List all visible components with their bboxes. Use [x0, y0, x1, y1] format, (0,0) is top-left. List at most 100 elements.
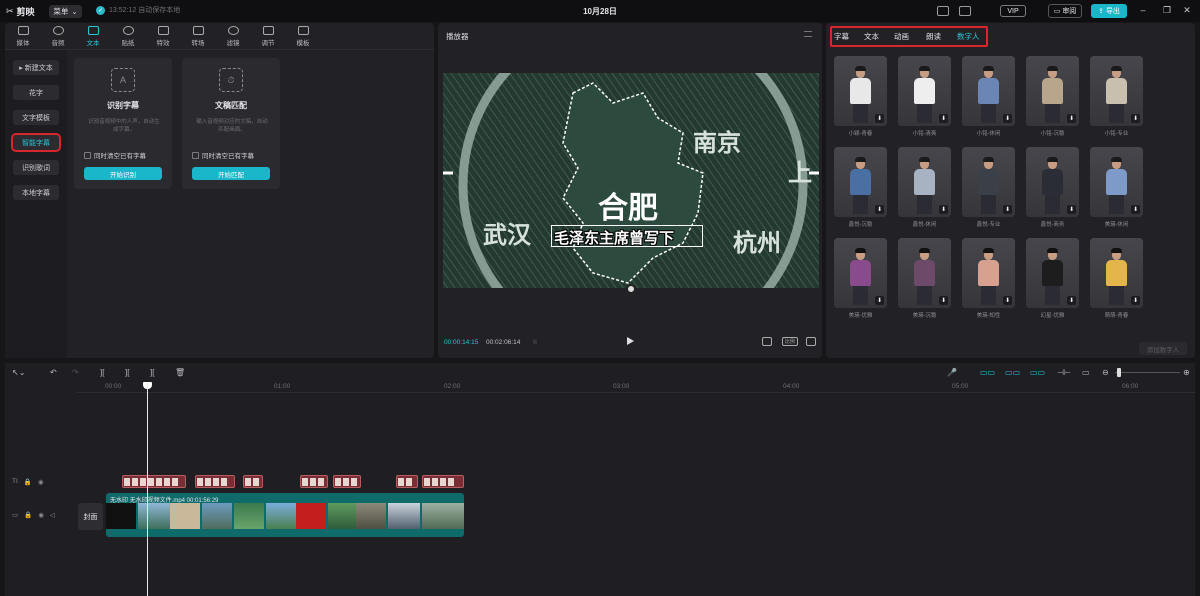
clear-existing-checkbox[interactable]: 同时清空已有字幕: [192, 150, 254, 160]
minimize-icon[interactable]: –: [1137, 5, 1149, 15]
download-icon[interactable]: ⬇: [1003, 114, 1012, 123]
tab-template[interactable]: 模板: [288, 26, 318, 47]
mute-icon[interactable]: ◁: [50, 511, 55, 519]
start-match-button[interactable]: 开始匹配: [192, 167, 270, 180]
subtitle-clip[interactable]: [333, 475, 361, 488]
tab-audio[interactable]: 音频: [43, 26, 73, 47]
download-icon[interactable]: ⬇: [1003, 296, 1012, 305]
microphone-icon[interactable]: 🎤: [947, 368, 957, 377]
keyboard-icon[interactable]: [937, 6, 949, 16]
timecode-grid-icon[interactable]: ▥: [530, 337, 540, 346]
menu-button[interactable]: 菜单 ⌄: [49, 5, 82, 18]
tab-digital-human[interactable]: 数字人: [957, 31, 980, 42]
download-icon[interactable]: ⬇: [1131, 296, 1140, 305]
fit-timeline-icon[interactable]: ▭: [1082, 368, 1090, 377]
delete-icon[interactable]: 🗑: [175, 368, 185, 377]
sidebar-item-fancy-text[interactable]: 花字: [13, 85, 59, 100]
maximize-icon[interactable]: ❐: [1161, 5, 1173, 16]
avatar-card[interactable]: ⬇: [1026, 147, 1079, 217]
review-button[interactable]: ▭ 审阅: [1048, 4, 1082, 18]
download-icon[interactable]: ⬇: [1067, 205, 1076, 214]
sidebar-item-new-text[interactable]: ▸ 新建文本: [13, 60, 59, 75]
ratio-button[interactable]: 比例: [782, 337, 798, 346]
avatar-card[interactable]: ⬇: [962, 238, 1015, 308]
avatar-card[interactable]: ⬇: [834, 56, 887, 126]
lock-icon[interactable]: 🔒: [24, 511, 32, 519]
download-icon[interactable]: ⬇: [875, 114, 884, 123]
zoom-slider[interactable]: [1115, 372, 1180, 373]
avatar-card[interactable]: ⬇: [834, 238, 887, 308]
add-digital-human-button[interactable]: 添加数字人: [1139, 342, 1187, 355]
tab-animation[interactable]: 动画: [894, 31, 909, 42]
avatar-card[interactable]: ⬇: [1026, 238, 1079, 308]
avatar-card[interactable]: ⬇: [898, 238, 951, 308]
rotate-handle-icon[interactable]: [626, 284, 636, 294]
layout-icon[interactable]: [959, 6, 971, 16]
clear-existing-checkbox[interactable]: 同时清空已有字幕: [84, 150, 146, 160]
tab-sticker[interactable]: 贴纸: [113, 26, 143, 47]
zoom-slider-handle[interactable]: [1117, 368, 1121, 377]
avatar-card[interactable]: ⬇: [834, 147, 887, 217]
subtitle-text[interactable]: 毛泽东主席曾写下: [554, 227, 674, 248]
fit-screen-icon[interactable]: [762, 337, 772, 346]
avatar-card[interactable]: ⬇: [898, 147, 951, 217]
cover-button[interactable]: 封面: [78, 503, 103, 530]
subtitle-clip[interactable]: [122, 475, 186, 488]
download-icon[interactable]: ⬇: [1067, 296, 1076, 305]
subtitle-clip[interactable]: [396, 475, 418, 488]
close-icon[interactable]: ✕: [1181, 5, 1193, 16]
fullscreen-icon[interactable]: [806, 337, 816, 346]
subtitle-clip[interactable]: [195, 475, 235, 488]
subtitle-clip[interactable]: [300, 475, 328, 488]
video-preview[interactable]: 合肥 南京 武汉 杭州 上: [443, 73, 819, 288]
timeline-ruler[interactable]: 00:00 01:00 02:00 03:00 04:00 05:00 06:0…: [77, 383, 1195, 393]
subtitle-clip[interactable]: [422, 475, 464, 488]
hamburger-icon[interactable]: [804, 31, 812, 37]
subtitle-clip[interactable]: [243, 475, 263, 488]
avatar-card[interactable]: ⬇: [1090, 56, 1143, 126]
start-recognize-button[interactable]: 开始识别: [84, 167, 162, 180]
sidebar-item-lyrics[interactable]: 识别歌词: [13, 160, 59, 175]
avatar-card[interactable]: ⬇: [1026, 56, 1079, 126]
video-clip[interactable]: 无水印 无水印视频文件.mp4 00:01:56:29: [106, 493, 464, 537]
export-button[interactable]: ⇪ 导出: [1091, 4, 1127, 18]
download-icon[interactable]: ⬇: [939, 205, 948, 214]
sidebar-item-text-template[interactable]: 文字模板: [13, 110, 59, 125]
sidebar-item-local-subtitle[interactable]: 本地字幕: [13, 185, 59, 200]
zoom-in-icon[interactable]: ⊕: [1183, 368, 1190, 377]
auto-snap-icon[interactable]: ▭▭: [1005, 368, 1020, 377]
zoom-out-icon[interactable]: ⊖: [1102, 368, 1109, 377]
tab-subtitle[interactable]: 字幕: [834, 31, 849, 42]
download-icon[interactable]: ⬇: [939, 114, 948, 123]
avatar-card[interactable]: ⬇: [962, 147, 1015, 217]
download-icon[interactable]: ⬇: [1131, 114, 1140, 123]
sidebar-item-smart-subtitle[interactable]: 智能字幕: [11, 133, 61, 152]
tab-adjust[interactable]: 调节: [253, 26, 283, 47]
tab-media[interactable]: 媒体: [8, 26, 38, 47]
download-icon[interactable]: ⬇: [1067, 114, 1076, 123]
avatar-card[interactable]: ⬇: [1090, 238, 1143, 308]
redo-icon[interactable]: ↷: [72, 368, 79, 377]
avatar-card[interactable]: ⬇: [1090, 147, 1143, 217]
playhead[interactable]: [147, 383, 148, 596]
tab-text[interactable]: 文本: [78, 26, 108, 47]
tab-read-aloud[interactable]: 朗读: [926, 31, 941, 42]
avatar-card[interactable]: ⬇: [962, 56, 1015, 126]
vip-badge[interactable]: VIP: [1000, 5, 1026, 17]
eye-icon[interactable]: ◉: [38, 511, 44, 519]
link-icon[interactable]: ▭▭: [1030, 368, 1045, 377]
tab-filter[interactable]: 滤镜: [218, 26, 248, 47]
eye-icon[interactable]: ◉: [38, 478, 44, 486]
tab-text-prop[interactable]: 文本: [864, 31, 879, 42]
download-icon[interactable]: ⬇: [1131, 205, 1140, 214]
download-icon[interactable]: ⬇: [875, 205, 884, 214]
split-icon[interactable]: ][: [100, 368, 104, 377]
download-icon[interactable]: ⬇: [1003, 205, 1012, 214]
lock-icon[interactable]: 🔒: [24, 478, 32, 486]
tab-transition[interactable]: 转场: [183, 26, 213, 47]
preview-axis-icon[interactable]: ⊣⊢: [1057, 368, 1071, 377]
undo-icon[interactable]: ↶: [50, 368, 57, 377]
tab-effects[interactable]: 特效: [148, 26, 178, 47]
avatar-card[interactable]: ⬇: [898, 56, 951, 126]
select-cursor-icon[interactable]: ↖⌄: [12, 368, 25, 377]
